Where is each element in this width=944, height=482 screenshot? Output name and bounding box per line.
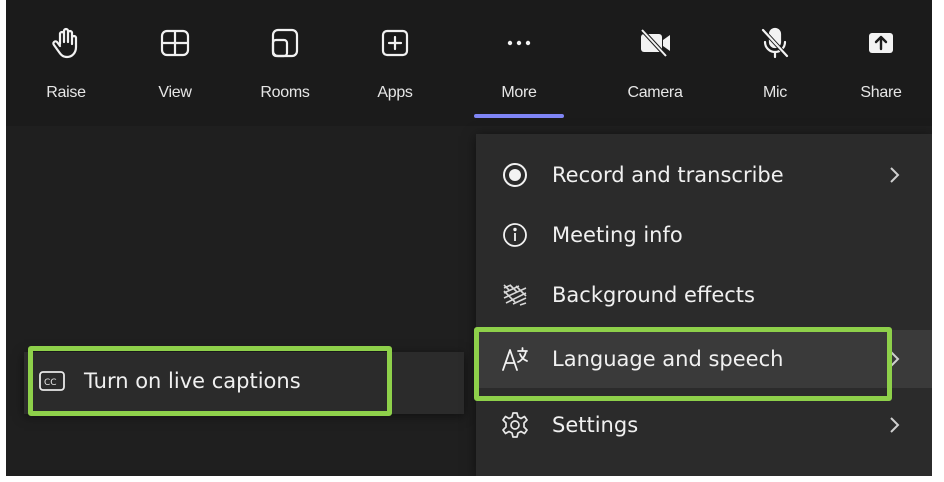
rooms-label: Rooms	[260, 84, 310, 101]
raise-hand-button[interactable]: Raise	[23, 26, 109, 118]
chevron-right-icon	[890, 351, 900, 367]
meeting-toolbar: Raise View Rooms Apps More Camera Mic Sh…	[6, 0, 932, 126]
camera-button[interactable]: Camera	[612, 26, 698, 118]
menu-item-settings[interactable]: Settings	[476, 396, 932, 454]
more-button[interactable]: More	[476, 26, 562, 118]
apps-add-icon	[381, 29, 409, 57]
turn-on-live-captions-item[interactable]: CC Turn on live captions	[38, 358, 388, 404]
menu-item-background-effects[interactable]: Background effects	[476, 266, 932, 324]
more-menu: Record and transcribe Meeting info Backg	[476, 134, 932, 476]
settings-label: Settings	[552, 413, 639, 437]
record-and-transcribe-label: Record and transcribe	[552, 163, 784, 187]
mic-off-icon	[761, 27, 789, 59]
menu-item-language-and-speech[interactable]: Language and speech	[476, 330, 932, 388]
camera-off-icon	[640, 28, 670, 58]
menu-item-record-and-transcribe[interactable]: Record and transcribe	[476, 146, 932, 204]
more-ellipsis-icon	[507, 40, 531, 46]
mic-button[interactable]: Mic	[732, 26, 818, 118]
meeting-window: Raise View Rooms Apps More Camera Mic Sh…	[6, 0, 932, 476]
language-icon	[502, 347, 528, 371]
info-icon	[503, 223, 527, 247]
closed-captions-icon: CC	[39, 371, 65, 391]
breakout-rooms-icon	[271, 28, 299, 58]
language-and-speech-label: Language and speech	[552, 347, 784, 371]
gear-icon	[502, 412, 528, 438]
record-icon	[503, 163, 527, 187]
view-layout-icon	[160, 29, 190, 57]
apps-button[interactable]: Apps	[352, 26, 438, 118]
background-effects-label: Background effects	[552, 283, 755, 307]
svg-text:CC: CC	[44, 378, 57, 388]
more-label: More	[501, 84, 537, 101]
chevron-right-icon	[890, 417, 900, 433]
menu-item-meeting-info[interactable]: Meeting info	[476, 206, 932, 264]
apps-label: Apps	[377, 84, 413, 101]
mic-label: Mic	[763, 84, 787, 101]
raise-hand-icon	[52, 27, 78, 59]
view-label: View	[158, 84, 192, 101]
captions-menu: CC Turn on live captions	[24, 352, 464, 414]
share-label: Share	[860, 84, 902, 101]
raise-label: Raise	[46, 84, 86, 101]
share-button[interactable]: Share	[838, 26, 924, 118]
turn-on-live-captions-label: Turn on live captions	[84, 369, 301, 393]
view-button[interactable]: View	[132, 26, 218, 118]
active-tab-indicator	[474, 114, 564, 118]
meeting-info-label: Meeting info	[552, 223, 683, 247]
share-screen-icon	[869, 33, 893, 53]
chevron-right-icon	[890, 167, 900, 183]
camera-label: Camera	[627, 84, 683, 101]
background-effects-icon	[503, 284, 527, 306]
rooms-button[interactable]: Rooms	[242, 26, 328, 118]
